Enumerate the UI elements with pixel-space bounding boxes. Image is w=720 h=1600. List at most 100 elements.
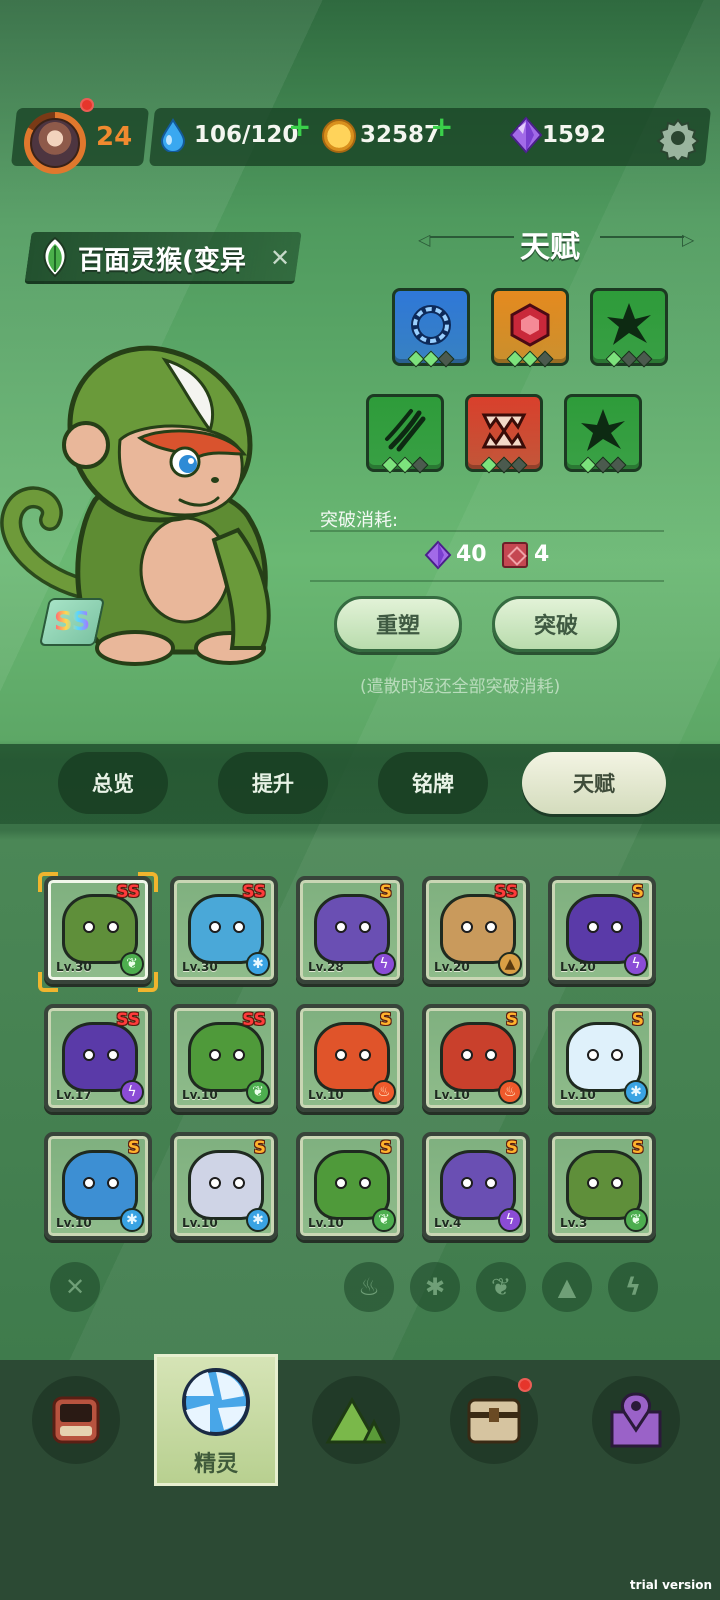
grass-filter-icon[interactable]: ❦	[476, 1262, 526, 1312]
ornament-end-left: ◁	[418, 230, 431, 249]
close-icon[interactable]: ✕	[270, 244, 290, 272]
tab-3[interactable]: 天赋	[522, 752, 666, 814]
title-ornament-right	[600, 236, 684, 246]
level-label: Lv.3	[560, 1216, 588, 1230]
earth-element-icon: ▲	[498, 952, 522, 976]
rank-label: SS	[242, 1010, 266, 1030]
talent-slot[interactable]	[392, 288, 470, 368]
level-label: Lv.10	[56, 1216, 92, 1230]
add-coins-button[interactable]: +	[430, 110, 453, 143]
rank-badge: SS	[38, 598, 106, 646]
close-filter-icon[interactable]: ✕	[50, 1262, 100, 1312]
creature-card[interactable]: S Lv.10 ❦	[296, 1132, 404, 1240]
rank-label: SS	[116, 1010, 140, 1030]
level-label: Lv.17	[56, 1088, 92, 1102]
level-label: Lv.20	[434, 960, 470, 974]
earth-filter-icon[interactable]: ▲	[542, 1262, 592, 1312]
rank-label: S	[379, 1010, 392, 1030]
cost-divider-top	[310, 530, 664, 532]
ornament-end-right: ▷	[682, 230, 695, 249]
rank-label: S	[379, 1138, 392, 1158]
creature-card[interactable]: SS Lv.20 ▲	[422, 876, 530, 984]
fire-element-icon: ♨	[372, 1080, 396, 1104]
talent-slot[interactable]	[590, 288, 668, 368]
green-spiky-icon	[603, 299, 655, 355]
breakthrough-cost-label: 突破消耗:	[320, 510, 399, 531]
rank-label: SS	[494, 882, 518, 902]
talent-slot[interactable]	[491, 288, 569, 368]
rank-label: S	[127, 1138, 140, 1158]
talent-level-pip	[437, 350, 455, 368]
rank-label: S	[379, 882, 392, 902]
creature-card[interactable]: S Lv.10 ✱	[44, 1132, 152, 1240]
talent-slot[interactable]	[366, 394, 444, 474]
creature-card[interactable]: S Lv.10 ✱	[170, 1132, 278, 1240]
creature-card[interactable]: S Lv.10 ♨	[422, 1004, 530, 1112]
tab-0[interactable]: 总览	[58, 752, 168, 814]
creature-card[interactable]: SS Lv.30 ✱	[170, 876, 278, 984]
fire-filter-icon[interactable]: ♨	[344, 1262, 394, 1312]
grass-element-icon	[43, 236, 67, 278]
creature-card[interactable]: S Lv.20 ϟ	[548, 876, 656, 984]
rank-label: S	[253, 1138, 266, 1158]
creature-card[interactable]: S Lv.10 ♨	[296, 1004, 404, 1112]
notification-dot	[80, 98, 94, 112]
creature-name: 百面灵猴(变异	[78, 246, 246, 276]
player-level: 24	[96, 122, 133, 152]
blue-gear-icon	[407, 301, 455, 353]
rank-label: S	[631, 1010, 644, 1030]
creature-card[interactable]: S Lv.28 ϟ	[296, 876, 404, 984]
creature-card[interactable]: S Lv.3 ❦	[548, 1132, 656, 1240]
nav-map[interactable]	[592, 1376, 680, 1464]
paw-coin-icon	[322, 119, 356, 153]
ice-filter-icon[interactable]: ✱	[410, 1262, 460, 1312]
nav-backpack[interactable]	[32, 1376, 120, 1464]
level-label: Lv.20	[560, 960, 596, 974]
level-label: Lv.10	[182, 1088, 218, 1102]
reshape-button[interactable]: 重塑	[334, 596, 462, 652]
creature-card[interactable]: SS Lv.10 ❦	[170, 1004, 278, 1112]
cost-divider-bottom	[310, 580, 664, 582]
water-element-icon: ✱	[120, 1208, 144, 1232]
electric-filter-icon[interactable]: ϟ	[608, 1262, 658, 1312]
map-pin-icon	[610, 1392, 662, 1448]
level-label: Lv.10	[182, 1216, 218, 1230]
breakthrough-button[interactable]: 突破	[492, 596, 620, 652]
level-label: Lv.10	[560, 1088, 596, 1102]
coin-value: 32587	[360, 122, 441, 148]
green-claw-icon	[381, 407, 429, 459]
nav-spirit-label: 精灵	[193, 1452, 238, 1477]
fire-element-icon: ♨	[498, 1080, 522, 1104]
electric-element-icon: ϟ	[372, 952, 396, 976]
electric-element-icon: ϟ	[120, 1080, 144, 1104]
selection-corner	[38, 872, 58, 892]
chest-icon	[467, 1398, 521, 1444]
avatar[interactable]	[24, 112, 86, 174]
creature-card[interactable]: S Lv.4 ϟ	[422, 1132, 530, 1240]
stamina-value: 106/120	[194, 122, 299, 148]
add-stamina-button[interactable]: +	[288, 110, 311, 143]
level-label: Lv.10	[434, 1088, 470, 1102]
talent-level-pip	[635, 350, 653, 368]
water-drop-icon	[160, 118, 186, 152]
backpack-icon	[52, 1396, 100, 1444]
talent-title: 天赋	[520, 230, 580, 265]
tab-1[interactable]: 提升	[218, 752, 328, 814]
tab-2[interactable]: 铭牌	[378, 752, 488, 814]
green-spiky-icon	[577, 405, 629, 461]
gear-icon[interactable]	[656, 116, 700, 160]
cost-book-amount: 4	[534, 542, 550, 567]
mountain-icon	[325, 1396, 387, 1444]
level-label: Lv.30	[56, 960, 92, 974]
title-ornament-left	[430, 236, 514, 246]
talent-slot[interactable]	[564, 394, 642, 474]
talent-level-pip	[510, 456, 528, 474]
talent-slot[interactable]	[465, 394, 543, 474]
grass-element-icon: ❦	[246, 1080, 270, 1104]
chest-notification-dot	[518, 1378, 532, 1392]
gem-value: 1592	[542, 122, 607, 148]
nav-explore[interactable]	[312, 1376, 400, 1464]
creature-card[interactable]: S Lv.10 ✱	[548, 1004, 656, 1112]
creature-card[interactable]: SS Lv.17 ϟ	[44, 1004, 152, 1112]
creature-card[interactable]: SS Lv.30 ❦	[44, 876, 152, 984]
